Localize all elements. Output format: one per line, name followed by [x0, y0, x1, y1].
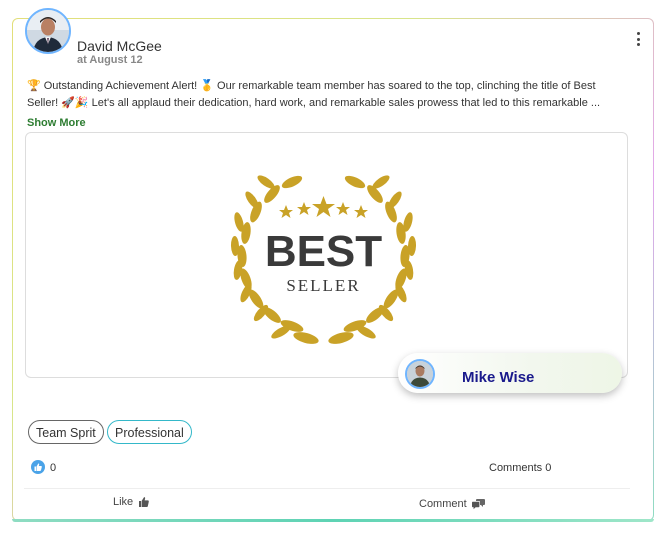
tagged-user-avatar[interactable]	[405, 359, 435, 389]
like-button[interactable]: Like	[113, 496, 150, 508]
card-bottom-accent	[12, 519, 654, 522]
tag-chip-professional[interactable]: Professional	[107, 420, 192, 444]
post-date: at August 12	[77, 54, 143, 66]
author-name[interactable]: David McGee	[77, 38, 162, 54]
like-count: 0	[50, 462, 57, 474]
comment-label: Comment	[419, 498, 467, 510]
tag-chip-team-sprit[interactable]: Team Sprit	[28, 420, 104, 444]
badge-subtitle: SELLER	[286, 276, 360, 295]
thumbs-up-icon	[139, 497, 150, 507]
more-options-icon[interactable]	[628, 32, 648, 50]
post-text: 🏆 Outstanding Achievement Alert! 🥇 Our r…	[27, 80, 601, 109]
badge-title: BEST	[265, 227, 382, 276]
actions-divider	[24, 488, 630, 489]
comment-button[interactable]: Comment	[419, 498, 485, 510]
comment-icon	[471, 498, 485, 509]
like-count-icon	[31, 460, 45, 474]
best-seller-badge: BEST SELLER	[227, 161, 420, 354]
comments-count[interactable]: Comments 0	[489, 462, 551, 474]
like-label: Like	[113, 496, 134, 508]
tagged-user-name[interactable]: Mike Wise	[462, 369, 534, 386]
author-avatar[interactable]	[25, 8, 71, 54]
show-more-link[interactable]: Show More	[27, 117, 86, 129]
